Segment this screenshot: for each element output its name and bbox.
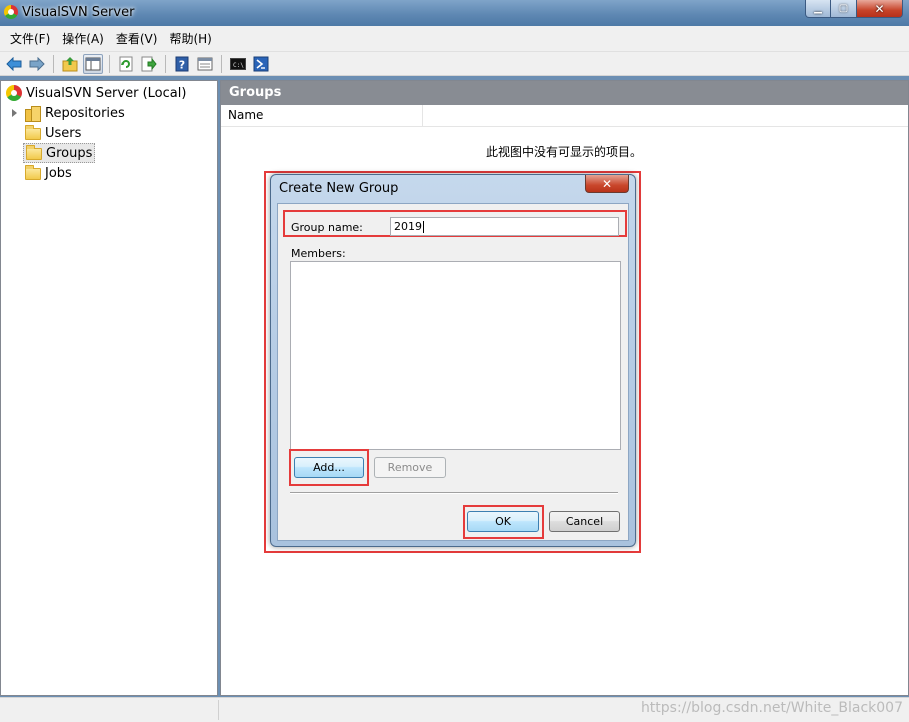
column-header-row: Name — [221, 105, 908, 127]
ok-button[interactable]: OK — [467, 511, 539, 532]
help-button[interactable]: ? — [172, 54, 192, 74]
export-icon — [141, 56, 157, 71]
group-name-value: 2019 — [394, 220, 422, 233]
console-icon: C:\ — [230, 57, 246, 70]
folder-icon — [25, 165, 41, 180]
show-hide-tree-icon — [85, 57, 101, 70]
forward-button[interactable] — [27, 54, 47, 74]
minimize-button[interactable]: ▁ — [805, 0, 831, 18]
cancel-button[interactable]: Cancel — [549, 511, 620, 532]
svg-text:?: ? — [179, 58, 185, 71]
expand-arrow-icon[interactable] — [12, 109, 17, 117]
toolbar-separator — [109, 54, 110, 73]
dialog-title: Create New Group — [279, 181, 399, 196]
tree-item-label: Users — [45, 125, 82, 141]
status-bar: https://blog.csdn.net/White_Black007 — [0, 697, 909, 722]
window-controls: ▁ ▢ ✕ — [805, 0, 903, 18]
maximize-button[interactable]: ▢ — [831, 0, 857, 18]
properties-button[interactable] — [195, 54, 215, 74]
menu-action[interactable]: 操作(A) — [56, 30, 110, 47]
refresh-button[interactable] — [116, 54, 136, 74]
members-label: Members: — [291, 247, 346, 260]
window-title: VisualSVN Server — [22, 5, 135, 20]
folder-icon — [26, 145, 42, 160]
tree-item-jobs[interactable]: Jobs — [23, 163, 74, 183]
maximize-icon: ▢ — [838, 3, 849, 14]
refresh-icon — [119, 56, 133, 71]
visualsvn-app-icon — [4, 5, 18, 19]
back-button[interactable] — [4, 54, 24, 74]
help-icon: ? — [175, 56, 189, 71]
console-tree: VisualSVN Server (Local) Repositories Us… — [0, 80, 218, 696]
folder-icon — [25, 125, 41, 140]
status-divider — [218, 700, 219, 720]
group-name-input[interactable]: 2019 — [390, 217, 619, 236]
tree-item-label: Repositories — [45, 105, 125, 121]
tree-item-groups[interactable]: Groups — [23, 143, 96, 163]
svg-text:C:\: C:\ — [233, 62, 244, 69]
dialog-close-button[interactable]: ✕ — [585, 175, 629, 193]
empty-list-message: 此视图中没有可显示的项目。 — [486, 145, 643, 159]
add-member-button[interactable]: Add... — [294, 457, 364, 478]
column-header-name[interactable]: Name — [221, 105, 423, 126]
close-icon: ✕ — [874, 1, 885, 16]
dialog-separator — [290, 492, 618, 494]
show-hide-tree-button[interactable] — [83, 53, 103, 74]
tree-item-label: Groups — [46, 145, 93, 161]
dialog-body: Group name: 2019 Members: Add... Remove … — [277, 203, 629, 541]
tree-root-label: VisualSVN Server (Local) — [26, 85, 187, 101]
members-list[interactable] — [290, 261, 621, 450]
tree-item-users[interactable]: Users — [23, 123, 83, 143]
minimize-icon: ▁ — [814, 3, 822, 14]
remove-member-button[interactable]: Remove — [374, 457, 446, 478]
menu-bar: 文件(F) 操作(A) 查看(V) 帮助(H) — [0, 26, 909, 52]
toolbar-separator — [221, 54, 222, 73]
tree-item-label: Jobs — [45, 165, 72, 181]
menu-help[interactable]: 帮助(H) — [163, 30, 217, 47]
console-button[interactable]: C:\ — [228, 54, 248, 74]
powershell-button[interactable] — [251, 54, 271, 74]
pane-header: Groups — [221, 81, 908, 105]
toolbar: ? C:\ — [0, 52, 909, 76]
menu-view[interactable]: 查看(V) — [110, 30, 164, 47]
forward-icon — [29, 56, 45, 71]
menu-file[interactable]: 文件(F) — [4, 30, 56, 47]
group-name-label: Group name: — [291, 221, 363, 234]
toolbar-separator — [53, 54, 54, 73]
up-folder-button[interactable] — [60, 54, 80, 74]
properties-icon — [197, 57, 213, 70]
up-folder-icon — [62, 56, 78, 71]
close-window-button[interactable]: ✕ — [857, 0, 903, 18]
toolbar-separator — [165, 54, 166, 73]
repositories-icon — [25, 105, 41, 122]
powershell-icon — [253, 56, 269, 71]
watermark-text: https://blog.csdn.net/White_Black007 — [640, 700, 903, 716]
create-new-group-dialog: Create New Group ✕ Group name: 2019 Memb… — [270, 174, 636, 547]
title-bar: VisualSVN Server ▁ ▢ ✕ — [0, 0, 909, 26]
export-list-button[interactable] — [139, 54, 159, 74]
back-icon — [6, 56, 22, 71]
visualsvn-server-icon — [6, 85, 22, 101]
tree-item-repositories[interactable]: Repositories — [23, 103, 127, 123]
text-caret — [423, 221, 424, 233]
close-icon: ✕ — [601, 176, 613, 191]
tree-root-server[interactable]: VisualSVN Server (Local) — [4, 83, 188, 103]
